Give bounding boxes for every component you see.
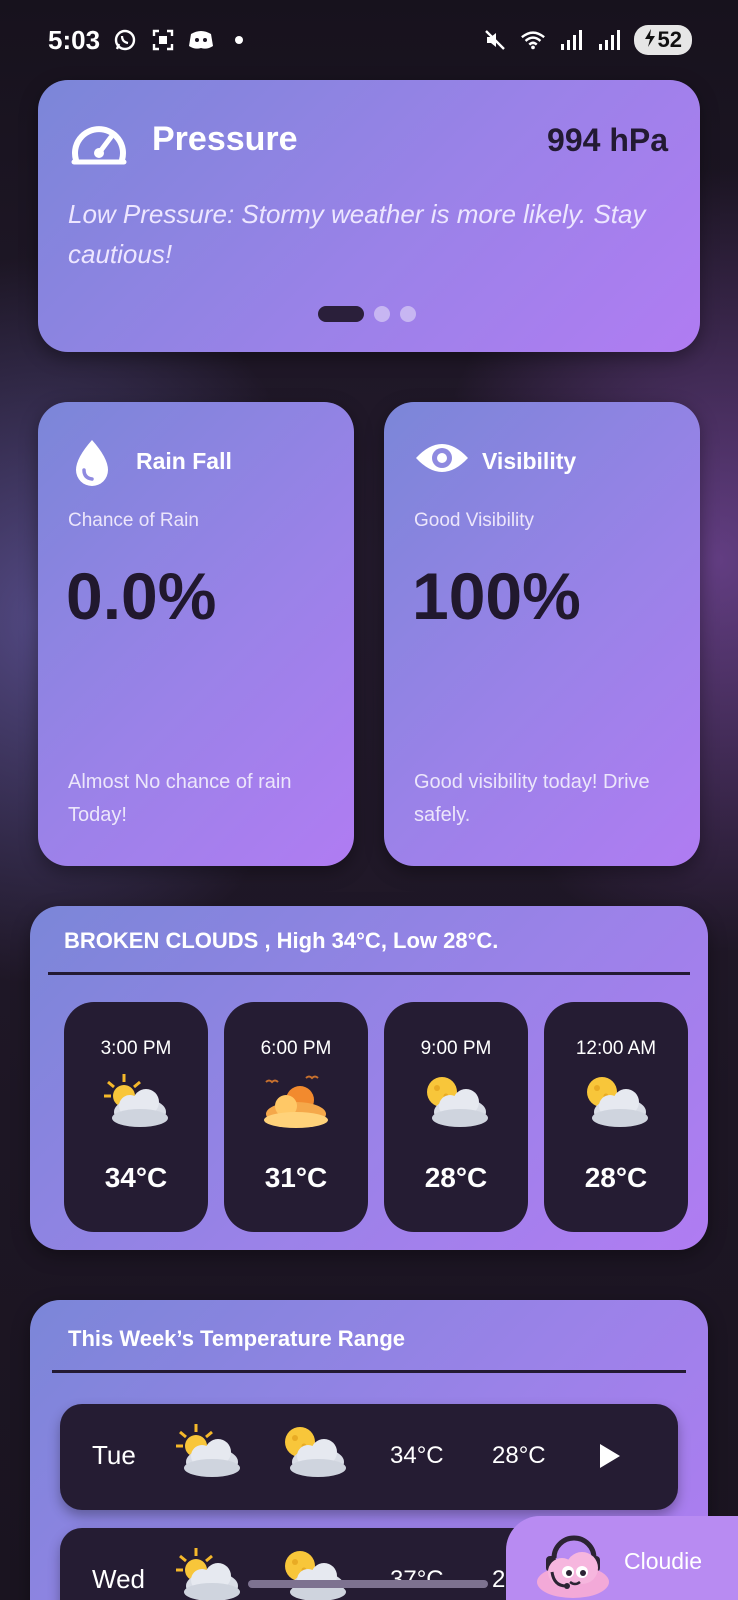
hour-tile[interactable]: 6:00 PM 31°C xyxy=(224,1002,368,1232)
hour-tile[interactable]: 12:00 AM 28°C xyxy=(544,1002,688,1232)
wifi-icon xyxy=(520,27,546,53)
water-drop-icon xyxy=(68,438,124,486)
moon-cloud-icon xyxy=(580,1072,652,1132)
pressure-description: Low Pressure: Stormy weather is more lik… xyxy=(68,199,646,269)
weekly-title: This Week’s Temperature Range xyxy=(68,1326,406,1351)
battery-charging-icon xyxy=(644,27,656,53)
hour-time: 6:00 PM xyxy=(260,1038,332,1059)
carousel-dot[interactable] xyxy=(374,306,390,322)
play-icon[interactable] xyxy=(598,1442,622,1470)
hour-time: 3:00 PM xyxy=(100,1038,172,1059)
moon-cloud-icon xyxy=(420,1072,492,1132)
day-row[interactable]: Tue 34°C 28°C xyxy=(60,1404,678,1510)
rain-title: Rain Fall xyxy=(136,448,232,474)
rain-card[interactable]: Rain Fall Chance of Rain 0.0% Almost No … xyxy=(38,402,354,866)
hour-temp: 34°C xyxy=(104,1162,168,1193)
hour-temp: 28°C xyxy=(424,1162,488,1193)
screenshot-icon xyxy=(150,27,176,53)
visibility-value: 100% xyxy=(412,559,581,633)
sun-cloud-icon xyxy=(172,1546,244,1600)
sun-cloud-icon xyxy=(172,1422,244,1482)
day-high-temp: 34°C xyxy=(390,1442,444,1469)
gauge-icon xyxy=(70,120,128,166)
dot-icon xyxy=(226,27,252,53)
carousel-dot-active[interactable] xyxy=(318,306,364,322)
mute-icon xyxy=(482,27,508,53)
discord-icon xyxy=(188,27,214,53)
moon-cloud-icon xyxy=(278,1546,350,1600)
day-name: Wed xyxy=(92,1564,145,1594)
forecast-summary: BROKEN CLOUDS , High 34°C, Low 28°C. xyxy=(64,928,499,953)
eye-icon xyxy=(414,438,470,486)
pressure-card[interactable]: Pressure 994 hPa Low Pressure: Stormy we… xyxy=(38,80,700,352)
hourly-forecast-card: BROKEN CLOUDS , High 34°C, Low 28°C. 3:0… xyxy=(30,906,708,1250)
hour-temp: 28°C xyxy=(584,1162,648,1193)
cloudie-assistant-button[interactable]: Cloudie xyxy=(506,1516,738,1600)
hour-time: 9:00 PM xyxy=(420,1038,492,1059)
rain-subtitle: Chance of Rain xyxy=(68,510,199,531)
signal-icon xyxy=(596,27,622,53)
visibility-title: Visibility xyxy=(482,448,577,474)
divider xyxy=(52,1370,686,1373)
status-time: 5:03 xyxy=(48,24,101,55)
pressure-title: Pressure xyxy=(152,120,298,158)
rain-value: 0.0% xyxy=(66,559,217,633)
visibility-card[interactable]: Visibility Good Visibility 100% Good vis… xyxy=(384,402,700,866)
visibility-note: Good visibility today! Drive safely. xyxy=(414,771,650,826)
hourly-list: 3:00 PM 34°C 6:00 PM 31°C 9:00 PM 28°C 1… xyxy=(64,1002,688,1232)
rain-note: Almost No chance of rain Today! xyxy=(68,771,292,826)
sunset-cloud-icon xyxy=(260,1072,332,1132)
moon-cloud-icon xyxy=(278,1422,350,1482)
signal-icon xyxy=(558,27,584,53)
battery-indicator: 52 xyxy=(633,25,692,55)
pressure-value: 994 hPa xyxy=(547,122,668,158)
status-left: 5:03 xyxy=(48,25,252,56)
home-indicator[interactable] xyxy=(248,1580,488,1588)
sun-cloud-icon xyxy=(100,1072,172,1132)
carousel-dot[interactable] xyxy=(400,306,416,322)
status-right: 52 xyxy=(482,25,692,55)
carousel-indicator xyxy=(318,306,416,322)
status-bar: 5:03 52 xyxy=(0,0,738,80)
divider xyxy=(48,972,690,975)
day-low-temp: 28°C xyxy=(492,1442,546,1469)
hour-tile[interactable]: 9:00 PM 28°C xyxy=(384,1002,528,1232)
hour-time: 12:00 AM xyxy=(575,1038,657,1059)
whatsapp-icon xyxy=(112,27,138,53)
day-name: Tue xyxy=(92,1440,136,1470)
visibility-subtitle: Good Visibility xyxy=(414,510,535,531)
cloudie-label: Cloudie xyxy=(624,1548,702,1574)
hour-temp: 31°C xyxy=(264,1162,328,1193)
battery-level: 52 xyxy=(657,27,682,52)
day-low-temp: 2 xyxy=(492,1566,506,1593)
cloud-mascot-icon xyxy=(532,1528,614,1600)
hour-tile[interactable]: 3:00 PM 34°C xyxy=(64,1002,208,1232)
